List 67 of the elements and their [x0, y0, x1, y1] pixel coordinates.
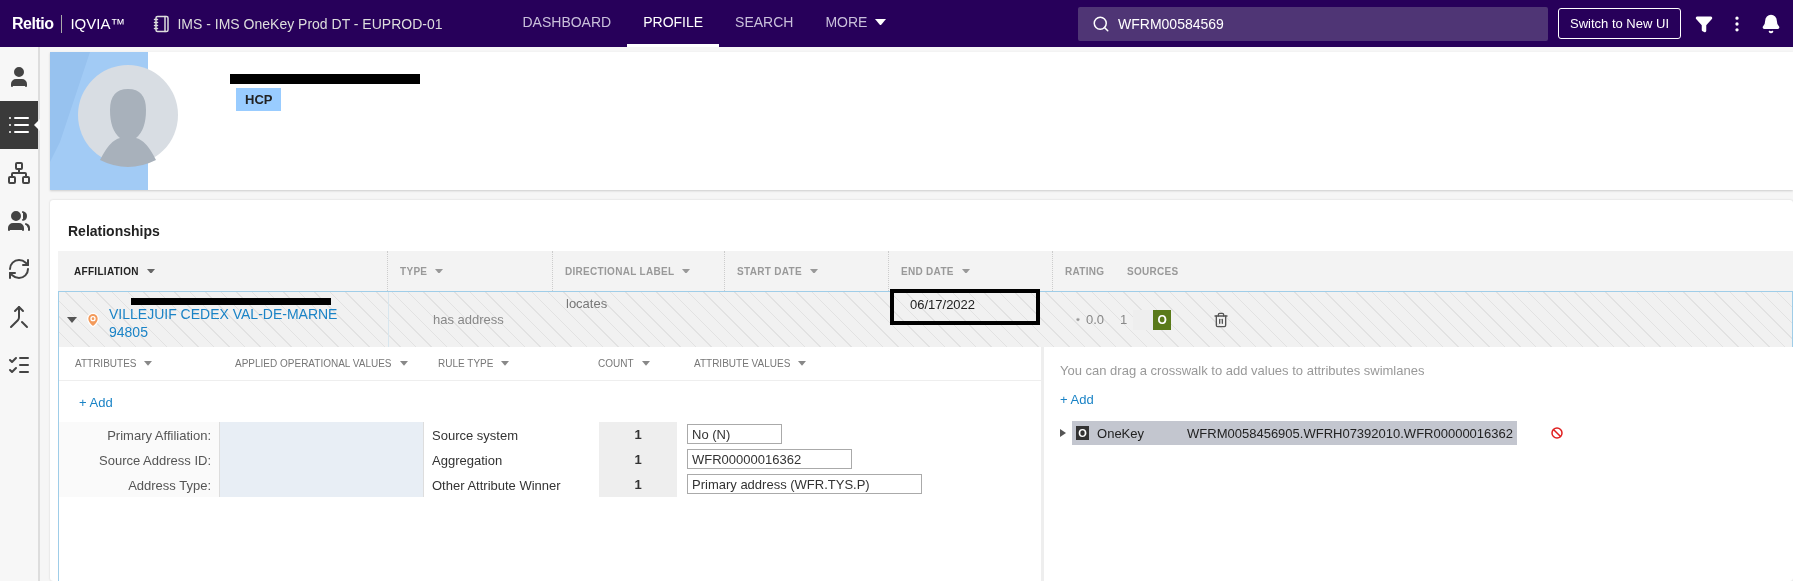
search-field[interactable]: WFRM00584569: [1078, 6, 1548, 41]
rule-type: Other Attribute Winner: [431, 477, 562, 495]
add-crosswalk-link[interactable]: + Add: [1060, 378, 1793, 421]
switch-ui-button[interactable]: Switch to New UI: [1558, 8, 1681, 39]
iqvia-logo: IQVIA™: [70, 15, 126, 32]
rule-type: Source system: [431, 427, 519, 445]
caret-icon: [144, 361, 153, 366]
attribute-value-field[interactable]: WFR00000016362: [687, 449, 852, 469]
caret-icon: [809, 268, 818, 274]
rule-type: Aggregation: [431, 452, 504, 470]
expand-caret-icon[interactable]: [1060, 429, 1066, 437]
refresh-icon: [7, 257, 31, 281]
caret-icon: [875, 18, 887, 26]
end-date: 06/17/2022: [890, 289, 1040, 325]
address-link[interactable]: VILLEJUIF CEDEX VAL-DE-MARNE 94805: [109, 305, 349, 341]
count-cell: 1: [599, 472, 677, 497]
reltio-logo: Reltio: [12, 14, 54, 33]
attribute-value-field[interactable]: No (N): [687, 424, 782, 444]
crosswalk-item[interactable]: O OneKey WFRM0058456905.WFRH07392010.WFR00000016362: [1072, 421, 1517, 445]
add-attribute-link[interactable]: + Add: [59, 381, 1041, 422]
filter-icon[interactable]: [1695, 14, 1713, 33]
source-badge: O: [1076, 426, 1090, 440]
attribute-label: Primary Affiliation:: [59, 422, 219, 447]
column-header[interactable]: ATTRIBUTES: [75, 358, 137, 369]
table-cell: has address: [433, 312, 504, 327]
caret-icon: [798, 361, 807, 366]
group-icon: [7, 209, 31, 233]
crosswalk-id: WFRM0058456905.WFRH07392010.WFR00000016362: [1187, 425, 1513, 441]
source-badge[interactable]: O: [1153, 309, 1172, 330]
column-header[interactable]: RATING: [1053, 251, 1115, 291]
column-header[interactable]: COUNT: [598, 358, 634, 369]
column-header[interactable]: RULE TYPE: [438, 358, 494, 369]
rating-value: 0.0: [1085, 312, 1104, 327]
bell-icon[interactable]: [1761, 13, 1781, 34]
count-cell: 1: [599, 422, 677, 447]
sidebar-item[interactable]: [0, 101, 38, 149]
crosswalk-hint: You can drag a crosswalk to add values to attributes swimlanes: [1060, 363, 1426, 378]
nav-tab[interactable]: MORE: [809, 0, 903, 47]
count-cell: 1: [599, 447, 677, 472]
nav-tab[interactable]: SEARCH: [719, 0, 810, 47]
attribute-label: Source Address ID:: [59, 447, 219, 472]
column-header[interactable]: APPLIED OPERATIONAL VALUES: [235, 358, 392, 369]
caret-icon: [399, 361, 408, 366]
attribute-value-field[interactable]: Primary address (WFR.TYS.P): [687, 474, 922, 494]
section-title: Relationships: [67, 222, 161, 241]
delete-icon[interactable]: [1213, 311, 1230, 328]
nav-tab[interactable]: DASHBOARD: [506, 0, 628, 47]
column-header[interactable]: ATTRIBUTE VALUES: [694, 358, 791, 369]
location-pin-icon: [85, 311, 101, 328]
crosswalk-source: OneKey: [1097, 425, 1146, 441]
notebook-icon: [153, 14, 172, 33]
caret-icon: [682, 268, 691, 274]
merge-icon: [7, 305, 31, 329]
entity-type-badge: HCP: [236, 88, 282, 111]
caret-icon: [435, 268, 444, 274]
caret-icon: [641, 361, 650, 366]
caret-icon: [146, 268, 155, 274]
caret-icon: [961, 268, 970, 274]
network-icon: [7, 161, 31, 185]
attribute-label: Address Type:: [59, 472, 219, 497]
remove-icon[interactable]: [1551, 427, 1563, 439]
source-count: 1: [1120, 312, 1128, 327]
tenant-name[interactable]: IMS - IMS OneKey Prod DT - EUPROD-01: [177, 15, 443, 32]
caret-icon: [501, 361, 510, 366]
column-header[interactable]: SOURCES: [1115, 251, 1793, 291]
collapse-caret-icon[interactable]: [67, 315, 77, 324]
table-cell: locates: [566, 296, 608, 311]
